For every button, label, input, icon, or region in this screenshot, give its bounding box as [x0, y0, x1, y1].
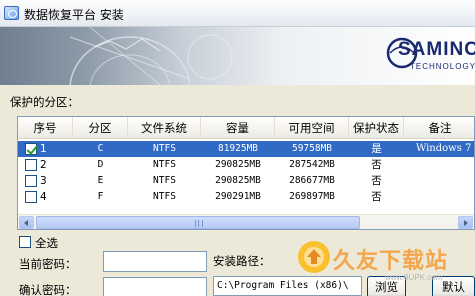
row-protect-status: 否	[371, 159, 382, 171]
column-header-free-space[interactable]: 可用空间	[275, 117, 349, 139]
row-drive: C	[97, 143, 104, 154]
watermark-url: www.9UPK.com	[385, 273, 443, 282]
column-header-index[interactable]: 序号	[18, 117, 73, 139]
column-header-protect-status[interactable]: 保护状态	[349, 117, 404, 139]
row-free-space: 269897MB	[289, 191, 335, 202]
row-drive: E	[97, 175, 104, 186]
window-title: 数据恢复平台 安装	[24, 8, 124, 22]
row-checkbox[interactable]	[25, 191, 37, 203]
table-row[interactable]: 1 C NTFS 81925MB 59758MB 是 Windows 7	[18, 141, 474, 157]
current-password-label: 当前密码：	[19, 257, 77, 271]
row-capacity: 290825MB	[215, 159, 261, 170]
brand-logo-subtext: TECHNOLOGY	[410, 62, 475, 71]
row-drive: F	[97, 191, 104, 202]
table-row[interactable]: 3 E NTFS 290825MB 286677MB 否	[18, 173, 474, 189]
table-row[interactable]: 4 F NTFS 290291MB 269897MB 否	[18, 189, 474, 205]
table-row[interactable]: 2 D NTFS 290825MB 287542MB 否	[18, 157, 474, 173]
row-filesystem: NTFS	[153, 175, 176, 186]
watermark-text: 久友下载站	[333, 249, 449, 274]
row-note: Windows 7	[416, 143, 472, 154]
select-all-label: 全选	[35, 236, 58, 250]
row-free-space: 286677MB	[289, 175, 335, 186]
partition-table: 序号 分区 文件系统 容量 可用空间 保护状态 备注 1 C NTFS 8192…	[17, 116, 475, 230]
row-protect-status: 否	[371, 175, 382, 187]
row-filesystem: NTFS	[153, 191, 176, 202]
confirm-password-field[interactable]	[103, 277, 207, 296]
row-checkbox[interactable]	[25, 159, 37, 171]
title-bar: 数据恢复平台 安装	[0, 0, 475, 27]
confirm-password-label: 确认密码：	[19, 283, 77, 296]
row-free-space: 287542MB	[289, 159, 335, 170]
install-path-label: 安装路径：	[213, 254, 271, 268]
row-capacity: 81925MB	[217, 143, 259, 154]
brand-logo-text: SAMINC	[398, 39, 475, 60]
row-index: 2	[40, 159, 47, 171]
row-index: 3	[40, 175, 47, 187]
grip-icon	[195, 220, 203, 227]
chevron-left-icon	[24, 220, 28, 226]
row-index: 1	[40, 143, 47, 155]
column-header-capacity[interactable]: 容量	[201, 117, 275, 139]
checkbox-box[interactable]	[19, 236, 31, 248]
scrollbar-thumb[interactable]	[36, 216, 360, 229]
row-protect-status: 是	[371, 143, 382, 155]
row-protect-status: 否	[371, 191, 382, 203]
protected-partitions-label: 保护的分区：	[10, 95, 79, 109]
chevron-right-icon	[464, 220, 468, 226]
row-drive: D	[97, 159, 104, 170]
header-banner: SAMINC TECHNOLOGY	[0, 27, 475, 85]
row-filesystem: NTFS	[153, 143, 176, 154]
row-free-space: 59758MB	[291, 143, 333, 154]
row-filesystem: NTFS	[153, 159, 176, 170]
column-header-note[interactable]: 备注	[404, 117, 474, 139]
horizontal-scrollbar[interactable]	[18, 214, 474, 229]
scroll-left-button[interactable]	[19, 216, 34, 229]
scroll-right-button[interactable]	[458, 216, 473, 229]
table-header: 序号 分区 文件系统 容量 可用空间 保护状态 备注	[18, 117, 474, 139]
row-checkbox[interactable]	[25, 175, 37, 187]
row-index: 4	[40, 191, 47, 203]
current-password-field[interactable]	[103, 251, 207, 272]
row-checkbox[interactable]	[25, 143, 37, 155]
column-header-drive[interactable]: 分区	[73, 117, 128, 139]
app-icon	[4, 6, 19, 20]
row-capacity: 290825MB	[215, 175, 261, 186]
column-header-filesystem[interactable]: 文件系统	[128, 117, 201, 139]
row-capacity: 290291MB	[215, 191, 261, 202]
